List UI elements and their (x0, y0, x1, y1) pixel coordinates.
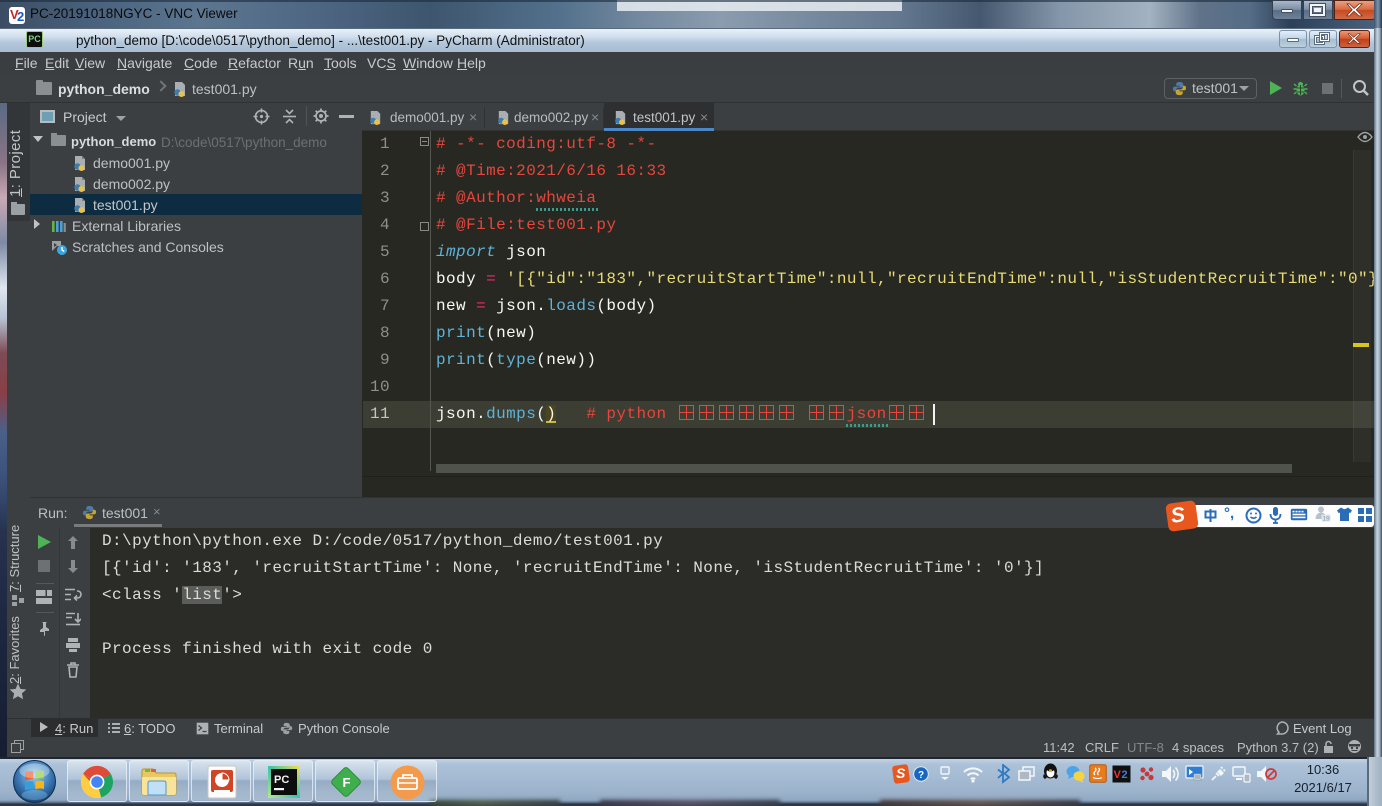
svg-text:F: F (343, 775, 351, 790)
svg-text:?: ? (918, 770, 924, 781)
svg-text:PC: PC (274, 774, 289, 786)
svg-text:2: 2 (1122, 769, 1128, 781)
svg-text:19: 19 (1323, 515, 1331, 522)
svg-text:V: V (1114, 769, 1122, 781)
